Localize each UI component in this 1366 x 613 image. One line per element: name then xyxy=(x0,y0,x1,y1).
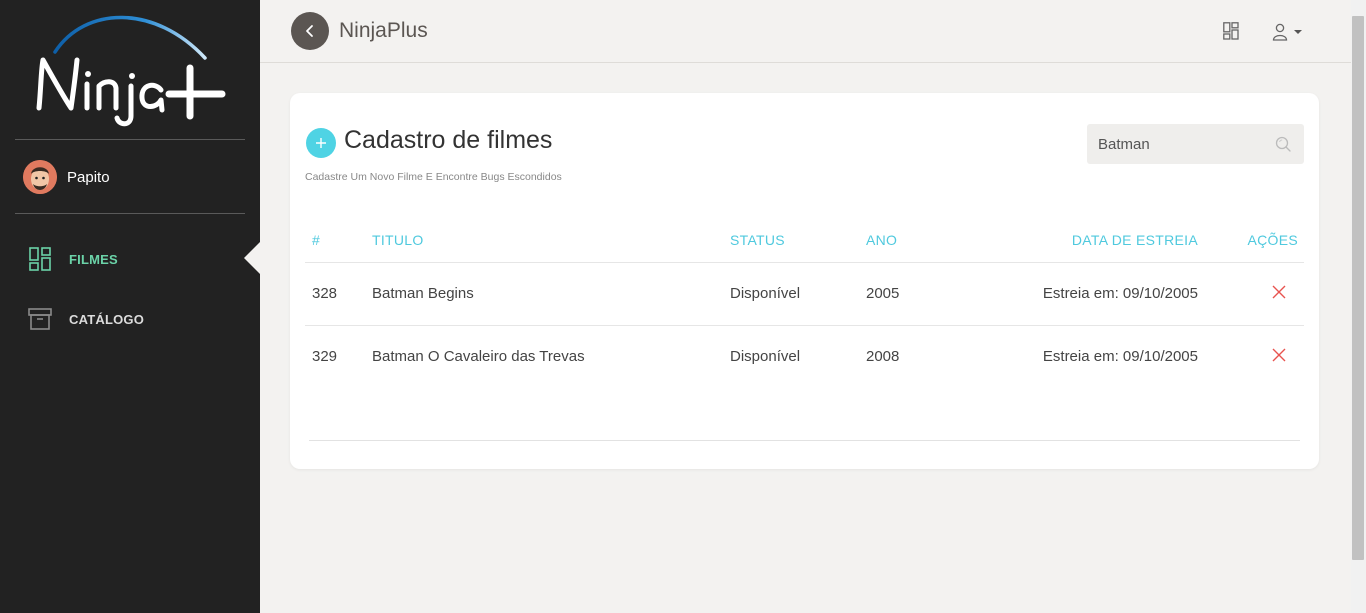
grid-view-icon[interactable] xyxy=(1223,22,1243,42)
cell-id: 329 xyxy=(312,348,338,366)
col-header-title: TITULO xyxy=(372,218,730,263)
cell-actions xyxy=(1198,262,1304,326)
sidebar-divider xyxy=(15,213,245,214)
sidebar-item-filmes[interactable]: FILMES xyxy=(28,246,118,272)
avatar xyxy=(23,160,57,194)
sidebar-item-label: CATÁLOGO xyxy=(69,311,145,327)
user-icon xyxy=(1272,23,1288,41)
chevron-left-icon xyxy=(306,25,313,37)
table-row[interactable]: 328 Batman Begins Disponível 2005 Estrei… xyxy=(305,262,1304,326)
movies-table: # TITULO STATUS ANO DATA DE ESTREIA AÇÕE… xyxy=(305,218,1304,388)
cell-release: Estreia em: 09/10/2005 xyxy=(1042,348,1198,366)
search-box xyxy=(1087,124,1304,164)
delete-icon[interactable] xyxy=(1272,348,1286,362)
cell-status: Disponível xyxy=(730,348,801,366)
user-name: Papito xyxy=(67,168,110,186)
caret-down-icon xyxy=(1294,30,1302,34)
search-input[interactable] xyxy=(1087,124,1304,164)
movies-card: Cadastro de filmes Cadastre Um Novo Film… xyxy=(290,93,1319,469)
cell-actions xyxy=(1198,325,1304,388)
page-title: Cadastro de filmes xyxy=(344,126,553,154)
col-header-status: STATUS xyxy=(730,218,866,263)
table-footer-divider xyxy=(309,440,1300,441)
cell-title: Batman Begins xyxy=(372,262,730,326)
cell-status: Disponível xyxy=(730,262,866,326)
app-title: NinjaPlus xyxy=(339,19,428,42)
table-row[interactable]: 329 Batman O Cavaleiro das Trevas Dispon… xyxy=(305,325,1304,388)
ninja-plus-logo[interactable] xyxy=(15,8,245,138)
col-header-release: DATA DE ESTREIA xyxy=(976,218,1198,263)
delete-icon[interactable] xyxy=(1272,285,1286,299)
archive-icon xyxy=(28,306,52,332)
active-item-indicator xyxy=(244,242,260,274)
cell-year: 2005 xyxy=(866,262,976,326)
top-header: NinjaPlus xyxy=(260,0,1351,63)
cell-release: Estreia em: 09/10/2005 xyxy=(976,262,1198,326)
cell-year: 2008 xyxy=(866,348,900,366)
col-header-year: ANO xyxy=(866,218,976,263)
scrollbar-thumb[interactable] xyxy=(1352,16,1364,560)
col-header-id: # xyxy=(305,218,372,263)
plus-icon xyxy=(316,138,326,148)
user-menu-button[interactable] xyxy=(1272,20,1308,44)
dashboard-icon xyxy=(28,246,52,272)
page-subtitle: Cadastre Um Novo Filme E Encontre Bugs E… xyxy=(305,171,562,183)
col-header-actions: AÇÕES xyxy=(1198,218,1304,263)
cell-title: Batman O Cavaleiro das Trevas xyxy=(372,348,585,366)
search-icon[interactable] xyxy=(1275,136,1291,152)
sidebar-divider xyxy=(15,139,245,140)
user-profile[interactable]: Papito xyxy=(23,160,110,194)
add-movie-button[interactable] xyxy=(306,128,336,158)
cell-id: 328 xyxy=(305,262,372,326)
sidebar: Papito FILMES CATÁLOGO xyxy=(0,0,260,613)
back-button[interactable] xyxy=(291,12,329,50)
sidebar-item-catalogo[interactable]: CATÁLOGO xyxy=(28,306,144,332)
table-header-row: # TITULO STATUS ANO DATA DE ESTREIA AÇÕE… xyxy=(305,218,1304,263)
sidebar-item-label: FILMES xyxy=(69,251,118,267)
